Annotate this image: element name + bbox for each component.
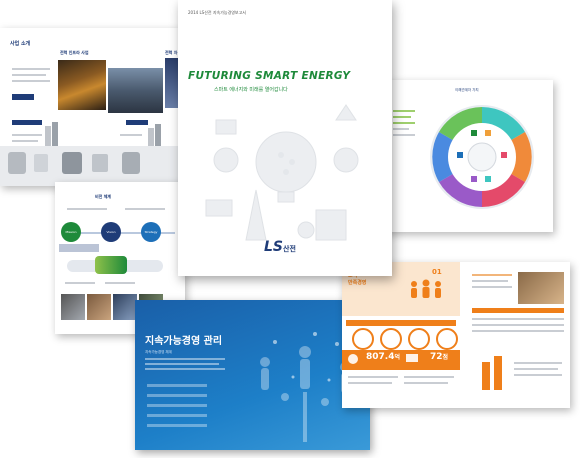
event-photo bbox=[113, 294, 137, 320]
text-line bbox=[472, 280, 508, 282]
orange-table-header bbox=[472, 308, 564, 313]
wheel-title: 이해관계자 가치 bbox=[455, 88, 479, 92]
stat-circle bbox=[352, 328, 374, 350]
energy-icons-graphic bbox=[205, 104, 359, 241]
timeline-accent bbox=[95, 256, 127, 274]
org-row bbox=[147, 404, 207, 407]
sustainability-page: 지속가능경영 관리 지속가능경영 체계 bbox=[135, 300, 370, 450]
text-line bbox=[472, 318, 564, 320]
stat1-unit: 억 bbox=[394, 354, 400, 361]
strategy-circle: Strategy bbox=[141, 222, 161, 242]
product-strip bbox=[0, 146, 180, 186]
orange-bar bbox=[346, 320, 456, 326]
ls-logo-sub: 산전 bbox=[283, 245, 296, 253]
text-line bbox=[514, 362, 562, 364]
org-row bbox=[147, 424, 207, 427]
stat1-number: 807.4 bbox=[366, 352, 395, 362]
stat-circle bbox=[436, 328, 458, 350]
text-line bbox=[67, 208, 107, 210]
org-row bbox=[147, 384, 207, 387]
wheel-page: 이해관계자 가치 bbox=[385, 80, 553, 232]
text-line bbox=[472, 274, 512, 276]
text-line bbox=[65, 282, 95, 284]
text-line bbox=[514, 374, 562, 376]
text-line bbox=[472, 330, 564, 332]
stat1-value: 807.4억 bbox=[366, 352, 400, 362]
cover-top-text: 2014 LS산전 지속가능경영보고서 bbox=[188, 10, 246, 15]
business-section-title-2: 전력 자 bbox=[165, 50, 178, 55]
text-line bbox=[105, 282, 135, 284]
blue-chart-bar bbox=[126, 120, 148, 125]
vision-circle: Vision bbox=[101, 222, 121, 242]
text-line bbox=[472, 324, 564, 326]
product-image bbox=[62, 152, 82, 174]
mission-circle: Mission bbox=[61, 222, 81, 242]
product-image bbox=[34, 154, 48, 172]
text-line bbox=[393, 110, 415, 112]
stat2-number: 72 bbox=[430, 352, 443, 362]
text-line bbox=[514, 368, 558, 370]
chapter-number: 01 bbox=[432, 268, 442, 276]
text-line bbox=[393, 128, 409, 130]
stat2-unit: 점 bbox=[442, 354, 449, 361]
substation-photo bbox=[108, 68, 163, 113]
event-photo bbox=[61, 294, 85, 320]
sustainability-text-line bbox=[145, 368, 225, 370]
text-line bbox=[12, 80, 50, 82]
product-image bbox=[92, 154, 108, 172]
gray-chart-bar bbox=[155, 124, 161, 148]
blue-chart-bar bbox=[12, 120, 42, 125]
stat-circle bbox=[380, 328, 402, 350]
text-line bbox=[404, 376, 454, 378]
gray-chart-bar bbox=[52, 122, 58, 148]
stat-circle bbox=[408, 328, 430, 350]
ls-logo-mark: LS bbox=[264, 239, 284, 255]
cover-logo: LS산전 bbox=[264, 236, 296, 255]
text-line bbox=[12, 140, 38, 142]
stakeholder-wheel bbox=[430, 105, 534, 209]
stat2-icon bbox=[406, 354, 418, 362]
text-line bbox=[404, 382, 448, 384]
gray-chart-bar bbox=[45, 126, 51, 148]
blue-chart-bar bbox=[12, 94, 34, 100]
customer-page: 고객 만족경영 01 807.4억 72점 bbox=[342, 262, 570, 408]
text-line bbox=[348, 376, 398, 378]
text-line bbox=[393, 134, 415, 136]
sustainability-title: 지속가능경영 관리 bbox=[145, 336, 223, 347]
stat1-icon bbox=[348, 354, 358, 364]
text-line bbox=[348, 382, 392, 384]
text-line bbox=[12, 134, 42, 136]
vision-label: 비전 체계 bbox=[95, 194, 112, 199]
text-line bbox=[12, 74, 46, 76]
text-line bbox=[393, 116, 411, 118]
text-line bbox=[393, 122, 415, 124]
org-row bbox=[147, 414, 207, 417]
report-cover: 2014 LS산전 지속가능경영보고서 FUTURING SMART ENERG… bbox=[178, 0, 392, 276]
core-value-box bbox=[59, 244, 99, 252]
cover-headline: FUTURING SMART ENERGY bbox=[188, 70, 351, 82]
event-photo bbox=[87, 294, 111, 320]
sustainability-text-line bbox=[145, 363, 219, 365]
business-section-title: 전력 인프라 사업 bbox=[60, 50, 89, 55]
sustainability-text-line bbox=[145, 358, 225, 360]
stat2-value: 72점 bbox=[430, 352, 448, 362]
customer-photo bbox=[518, 272, 564, 304]
orange-chart-bar bbox=[482, 362, 490, 390]
business-title: 사업 소개 bbox=[10, 41, 31, 47]
org-row bbox=[147, 394, 207, 397]
plant-photo bbox=[58, 60, 106, 110]
text-line bbox=[125, 208, 165, 210]
product-image bbox=[122, 152, 140, 174]
text-line bbox=[120, 134, 142, 136]
orange-chart-bar bbox=[494, 356, 502, 390]
cover-tagline: 스마트 에너지와 미래를 열어갑니다 bbox=[214, 87, 288, 93]
sustainability-subtitle: 지속가능경영 체계 bbox=[145, 350, 172, 354]
product-image bbox=[8, 152, 26, 174]
business-page: 사업 소개 전력 인프라 사업 전력 자 bbox=[0, 28, 180, 186]
customers-icon bbox=[411, 279, 441, 298]
text-line bbox=[472, 286, 512, 288]
customer-title-line2: 만족경영 bbox=[348, 280, 367, 286]
text-line bbox=[12, 68, 50, 70]
gray-chart-bar bbox=[148, 128, 154, 148]
